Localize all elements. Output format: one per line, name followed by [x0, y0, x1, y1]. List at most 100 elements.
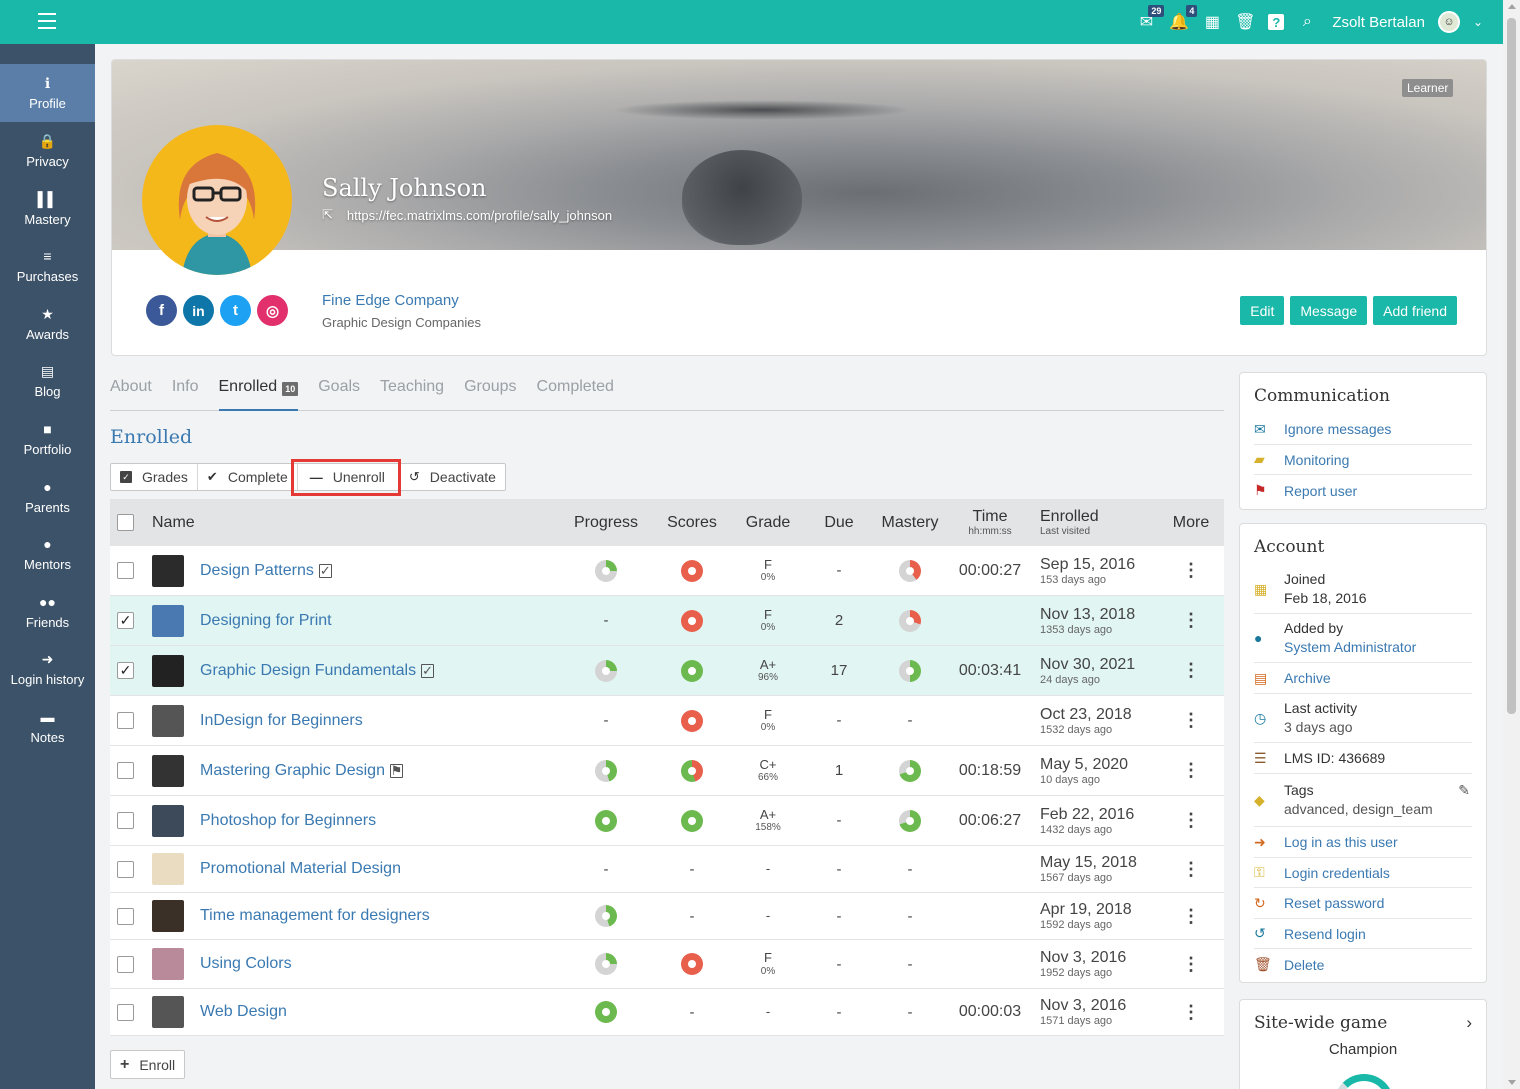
more-options-icon[interactable]: ⋮ — [1182, 660, 1200, 681]
table-row[interactable]: Time management for designers - - - - Apr 19,… — [110, 893, 1224, 940]
deactivate-button[interactable]: ↺ Deactivate — [400, 464, 505, 490]
pencil-icon[interactable]: ✎ — [1458, 782, 1470, 799]
sidebar-item-login-history[interactable]: ➜ Login history — [0, 640, 95, 698]
table-row[interactable]: Web Design - - - - 00:00:03 Nov 3, 2016 1571 da… — [110, 989, 1224, 1036]
row-checkbox[interactable] — [117, 812, 134, 829]
ignore-messages-item[interactable]: ✉ Ignore messages — [1254, 414, 1472, 445]
row-checkbox[interactable] — [117, 907, 134, 925]
more-options-icon[interactable]: ⋮ — [1182, 906, 1200, 927]
sidebar-item-friends[interactable]: ●● Friends — [0, 583, 95, 641]
login-credentials-item[interactable]: ⚿ Login credentials — [1254, 858, 1472, 888]
grades-button[interactable]: ✓ Grades — [111, 464, 198, 490]
instagram-icon[interactable]: ◎ — [257, 295, 288, 326]
table-row[interactable]: Using Colors F 0% - - Nov 3, 2016 1952 days ag… — [110, 940, 1224, 989]
course-link[interactable]: Design Patterns ✓ — [200, 562, 332, 580]
table-row[interactable]: Photoshop for Beginners A+ 158% - 00:06:27 Fe… — [110, 796, 1224, 846]
course-link[interactable]: Using Colors — [200, 955, 292, 973]
course-link[interactable]: Web Design — [200, 1003, 287, 1021]
scroll-up-arrow[interactable] — [1508, 4, 1516, 9]
sidebar-item-awards[interactable]: ★ Awards — [0, 295, 95, 353]
monitoring-item[interactable]: ▰ Monitoring — [1254, 445, 1472, 475]
linkedin-icon[interactable]: in — [183, 295, 214, 326]
login-as-item[interactable]: ➜ Log in as this user — [1254, 827, 1472, 858]
message-button[interactable]: Message — [1290, 296, 1368, 325]
header-enrolled[interactable]: Enrolled Last visited — [1040, 499, 1099, 546]
sidebar-item-mastery[interactable]: ▌▌ Mastery — [0, 180, 95, 238]
hamburger-menu-icon[interactable] — [38, 13, 56, 29]
added-by-link[interactable]: System Administrator — [1284, 638, 1416, 657]
row-checkbox[interactable] — [117, 1003, 134, 1021]
course-link[interactable]: Time management for designers — [200, 907, 430, 925]
table-row[interactable]: InDesign for Beginners - F 0% - - Oct 23, 2018… — [110, 696, 1224, 746]
scores-cell[interactable]: - — [654, 989, 730, 1035]
archive-item[interactable]: ▤ Archive — [1254, 663, 1472, 694]
sidebar-item-profile[interactable]: ℹ Profile — [0, 64, 95, 122]
enroll-button[interactable]: + Enroll — [110, 1050, 186, 1079]
more-options-icon[interactable]: ⋮ — [1182, 810, 1200, 831]
calendar-icon[interactable]: ▦ — [1202, 12, 1222, 32]
report-user-item[interactable]: ⚑ Report user — [1254, 475, 1472, 506]
select-all-checkbox[interactable] — [117, 514, 134, 531]
header-grade[interactable]: Grade — [738, 499, 798, 546]
mastery-cell[interactable] — [874, 546, 946, 595]
sidebar-item-parents[interactable]: ● Parents — [0, 468, 95, 526]
mastery-cell[interactable]: - — [874, 893, 946, 939]
scores-cell[interactable]: - — [654, 846, 730, 892]
edit-button[interactable]: Edit — [1240, 296, 1285, 325]
login-as-link[interactable]: Log in as this user — [1284, 834, 1398, 850]
more-options-icon[interactable]: ⋮ — [1182, 710, 1200, 731]
search-icon[interactable]: ⌕ — [1297, 12, 1317, 32]
resend-login-item[interactable]: ↺ Resend login — [1254, 919, 1472, 949]
delete-item[interactable]: 🗑 Delete — [1254, 949, 1472, 980]
course-link[interactable]: Photoshop for Beginners — [200, 812, 376, 830]
scores-cell[interactable] — [654, 746, 730, 795]
more-options-icon[interactable]: ⋮ — [1182, 1002, 1200, 1023]
delete-link[interactable]: Delete — [1284, 957, 1324, 973]
scores-cell[interactable] — [654, 696, 730, 745]
scores-cell[interactable] — [654, 940, 730, 988]
mastery-cell[interactable]: - — [874, 940, 946, 988]
header-scores[interactable]: Scores — [654, 499, 730, 546]
course-link[interactable]: InDesign for Beginners — [200, 712, 363, 730]
scroll-thumb[interactable] — [1507, 18, 1516, 714]
unenroll-button[interactable]: — Unenroll — [298, 464, 400, 490]
table-row[interactable]: Mastering Graphic Design ⚑ C+ 66% 1 00:18:59 M… — [110, 746, 1224, 796]
mastery-cell[interactable] — [874, 746, 946, 795]
scores-cell[interactable] — [654, 596, 730, 645]
trash-icon[interactable]: 🗑 — [1235, 12, 1255, 32]
tab-about[interactable]: About — [110, 374, 152, 411]
row-checkbox[interactable] — [117, 860, 134, 878]
sidebar-item-mentors[interactable]: ● Mentors — [0, 525, 95, 583]
mastery-cell[interactable] — [874, 796, 946, 845]
messages-icon[interactable]: ✉ 29 — [1136, 5, 1165, 32]
archive-link[interactable]: Archive — [1284, 670, 1331, 686]
scroll-down-arrow[interactable] — [1508, 1080, 1516, 1085]
row-checkbox[interactable] — [117, 955, 134, 973]
course-link[interactable]: Designing for Print — [200, 612, 332, 630]
table-row[interactable]: Promotional Material Design - - - - - May 15, … — [110, 846, 1224, 893]
row-checkbox[interactable] — [117, 762, 134, 779]
notifications-icon[interactable]: 🔔 4 — [1169, 5, 1198, 32]
complete-button[interactable]: ✔ Complete — [198, 464, 298, 490]
reset-password-link[interactable]: Reset password — [1284, 895, 1384, 911]
report-user-link[interactable]: Report user — [1284, 483, 1357, 499]
company-link[interactable]: Fine Edge Company — [322, 292, 481, 309]
header-due[interactable]: Due — [812, 499, 866, 546]
mastery-cell[interactable]: - — [874, 696, 946, 745]
header-time[interactable]: Time hh:mm:ss — [956, 499, 1024, 546]
course-link[interactable]: Graphic Design Fundamentals ✓ — [200, 662, 435, 680]
user-avatar[interactable]: ☺ — [1437, 11, 1460, 33]
facebook-icon[interactable]: f — [146, 295, 177, 326]
mastery-cell[interactable] — [874, 596, 946, 645]
ignore-messages-link[interactable]: Ignore messages — [1284, 421, 1391, 437]
resend-login-link[interactable]: Resend login — [1284, 926, 1366, 942]
chevron-right-icon[interactable]: › — [1466, 1013, 1472, 1033]
login-credentials-link[interactable]: Login credentials — [1284, 865, 1390, 881]
header-mastery[interactable]: Mastery — [874, 499, 946, 546]
page-scrollbar[interactable] — [1503, 0, 1520, 1089]
site-game-header[interactable]: Site-wide game › — [1254, 1013, 1472, 1033]
course-link[interactable]: Mastering Graphic Design ⚑ — [200, 762, 403, 780]
tab-info[interactable]: Info — [172, 374, 199, 411]
header-progress[interactable]: Progress — [566, 499, 646, 546]
scores-cell[interactable] — [654, 546, 730, 595]
